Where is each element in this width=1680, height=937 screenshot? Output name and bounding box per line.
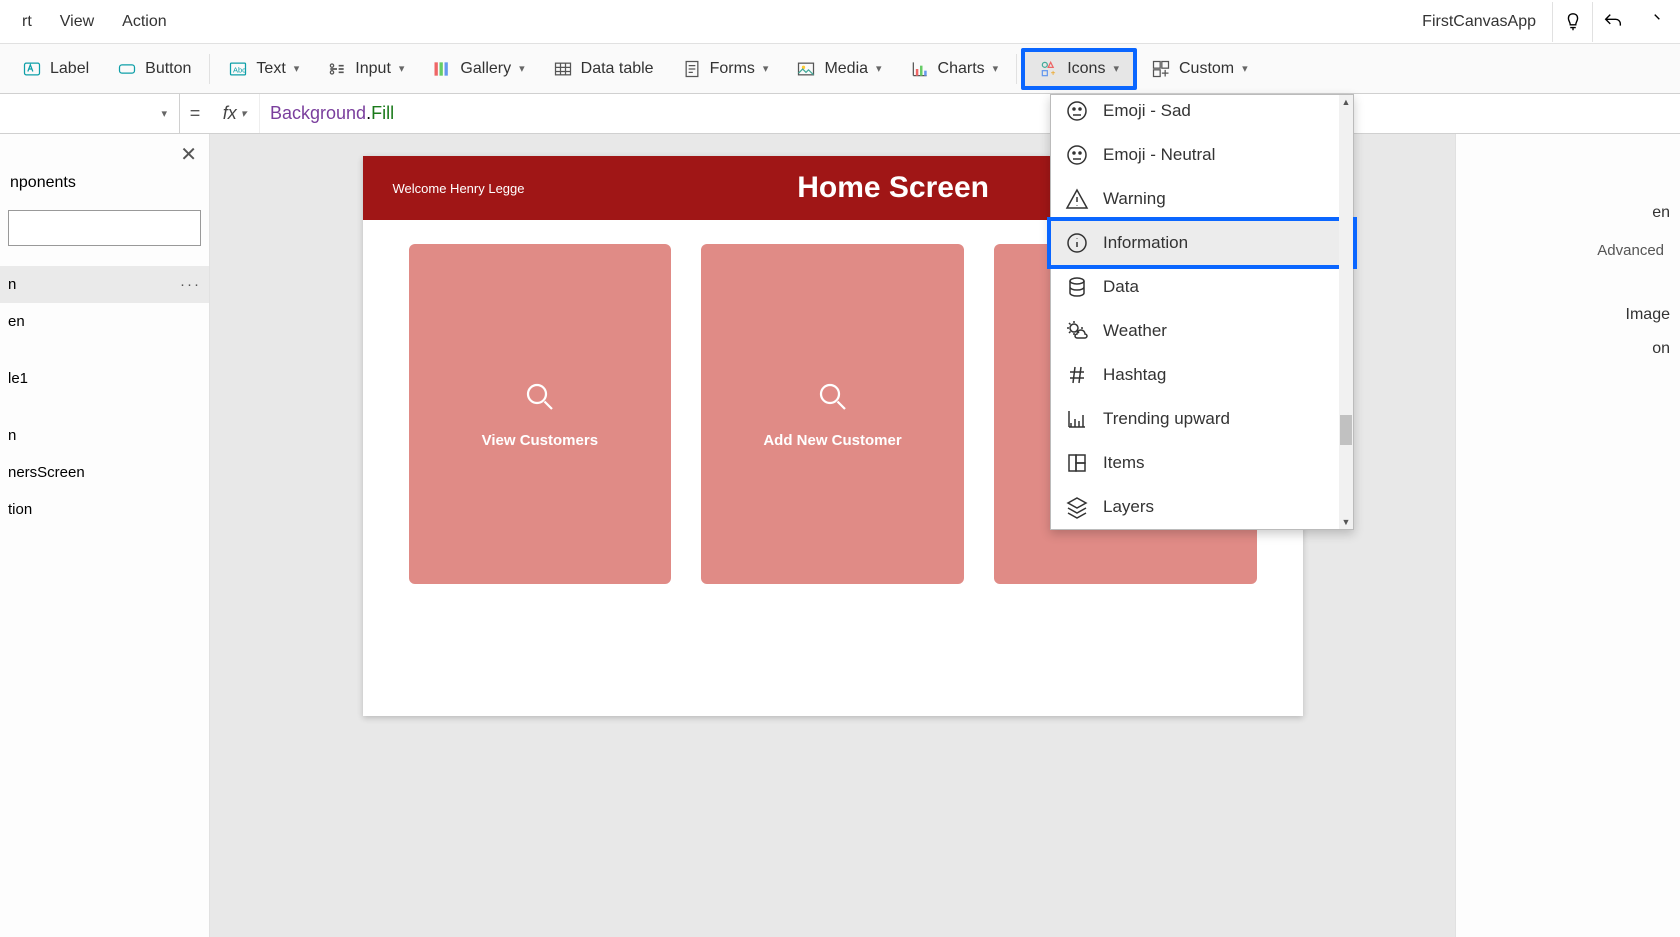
insert-ribbon: Label Button Abc Text▾ Input▾ Gallery▾ D… bbox=[0, 44, 1680, 94]
tree-node[interactable]: tion bbox=[0, 491, 209, 528]
chevron-down-icon: ▾ bbox=[763, 62, 769, 75]
dropdown-scrollbar[interactable]: ▲ ▼ bbox=[1339, 95, 1353, 529]
dropdown-item-items[interactable]: Items bbox=[1051, 441, 1353, 485]
info-icon bbox=[1065, 231, 1089, 255]
tree-view: n···en le1 nnersScreention bbox=[0, 266, 209, 528]
dropdown-item-label: Weather bbox=[1103, 321, 1167, 341]
redo-icon[interactable] bbox=[1632, 2, 1672, 42]
menu-view[interactable]: View bbox=[46, 13, 108, 31]
equals-sign: = bbox=[180, 103, 210, 124]
chevron-down-icon: ▾ bbox=[399, 62, 405, 75]
svg-text:Abc: Abc bbox=[233, 65, 246, 74]
ribbon-datatable[interactable]: Data table bbox=[539, 44, 668, 93]
tree-node[interactable] bbox=[0, 340, 209, 360]
dropdown-item-emoji[interactable]: Emoji - Neutral bbox=[1051, 133, 1353, 177]
screen-title: Home Screen bbox=[797, 171, 989, 205]
ribbon-button[interactable]: Button bbox=[103, 44, 205, 93]
advanced-tab[interactable]: Advanced bbox=[1597, 242, 1664, 259]
dropdown-item-info[interactable]: Information bbox=[1051, 221, 1353, 265]
dropdown-item-label: Layers bbox=[1103, 497, 1154, 517]
chevron-down-icon: ▾ bbox=[876, 62, 882, 75]
chevron-down-icon: ▾ bbox=[241, 107, 247, 120]
svg-text:+: + bbox=[1051, 67, 1056, 77]
dropdown-item-label: Emoji - Sad bbox=[1103, 101, 1191, 121]
menu-action[interactable]: Action bbox=[108, 13, 180, 31]
prop-line1: en bbox=[1466, 204, 1670, 222]
ribbon-label[interactable]: Label bbox=[8, 44, 103, 93]
card-label: Add New Customer bbox=[763, 432, 901, 449]
ribbon-gallery[interactable]: Gallery▾ bbox=[418, 44, 538, 93]
dropdown-item-label: Emoji - Neutral bbox=[1103, 145, 1215, 165]
dropdown-item-trend[interactable]: Trending upward bbox=[1051, 397, 1353, 441]
warning-icon bbox=[1065, 187, 1089, 211]
chevron-down-icon: ▾ bbox=[1242, 62, 1248, 75]
dropdown-item-hash[interactable]: Hashtag bbox=[1051, 353, 1353, 397]
properties-panel: en Advanced Image on bbox=[1455, 134, 1680, 937]
close-icon[interactable]: ✕ bbox=[180, 142, 197, 167]
top-menubar: rt View Action FirstCanvasApp bbox=[0, 0, 1680, 44]
search-icon bbox=[522, 379, 558, 420]
dropdown-item-label: Trending upward bbox=[1103, 409, 1230, 429]
tree-node[interactable]: n bbox=[0, 417, 209, 454]
undo-icon[interactable] bbox=[1592, 2, 1632, 42]
card-label: View Customers bbox=[482, 432, 598, 449]
property-selector[interactable]: ▾ bbox=[0, 94, 180, 133]
dropdown-item-warning[interactable]: Warning bbox=[1051, 177, 1353, 221]
dropdown-item-data[interactable]: Data bbox=[1051, 265, 1353, 309]
chevron-down-icon: ▾ bbox=[519, 62, 525, 75]
prop-line3: on bbox=[1466, 340, 1670, 358]
prop-line2: Image bbox=[1466, 306, 1670, 324]
kebab-icon[interactable]: ··· bbox=[180, 276, 201, 293]
components-tab[interactable]: nponents bbox=[0, 134, 209, 202]
search-icon bbox=[815, 379, 851, 420]
hash-icon bbox=[1065, 363, 1089, 387]
app-checker-icon[interactable] bbox=[1552, 2, 1592, 42]
layers-icon bbox=[1065, 495, 1089, 519]
chevron-down-icon: ▾ bbox=[294, 62, 300, 75]
dropdown-item-emoji[interactable]: Emoji - Sad bbox=[1051, 95, 1353, 133]
welcome-label: Welcome Henry Legge bbox=[393, 181, 525, 196]
ribbon-text[interactable]: Abc Text▾ bbox=[214, 44, 313, 93]
weather-icon bbox=[1065, 319, 1089, 343]
dropdown-item-layers[interactable]: Layers bbox=[1051, 485, 1353, 529]
dropdown-item-label: Information bbox=[1103, 233, 1188, 253]
items-icon bbox=[1065, 451, 1089, 475]
dropdown-item-weather[interactable]: Weather bbox=[1051, 309, 1353, 353]
chevron-down-icon: ▾ bbox=[1113, 62, 1119, 75]
menu-insert[interactable]: rt bbox=[8, 13, 46, 31]
search-input[interactable] bbox=[8, 210, 201, 246]
ribbon-input[interactable]: Input▾ bbox=[313, 44, 418, 93]
chevron-down-icon: ▾ bbox=[993, 62, 999, 75]
trend-icon bbox=[1065, 407, 1089, 431]
tree-node[interactable] bbox=[0, 397, 209, 417]
ribbon-icons[interactable]: + Icons▾ bbox=[1021, 48, 1137, 90]
scroll-thumb[interactable] bbox=[1340, 415, 1352, 445]
canvas-card[interactable]: View Customers bbox=[409, 244, 672, 584]
ribbon-custom[interactable]: Custom▾ bbox=[1137, 44, 1262, 93]
dropdown-item-label: Warning bbox=[1103, 189, 1166, 209]
formula-bar: ▾ = fx▾ Background.Fill bbox=[0, 94, 1680, 134]
icons-dropdown: Emoji - Sad Emoji - Neutral Warning Informa… bbox=[1050, 94, 1354, 530]
tree-view-panel: ✕ nponents n···en le1 nnersScreention bbox=[0, 134, 210, 937]
dropdown-item-label: Items bbox=[1103, 453, 1145, 473]
scroll-down-icon[interactable]: ▼ bbox=[1339, 515, 1353, 529]
fx-button[interactable]: fx▾ bbox=[210, 94, 260, 133]
dropdown-item-label: Hashtag bbox=[1103, 365, 1166, 385]
data-icon bbox=[1065, 275, 1089, 299]
formula-input[interactable]: Background.Fill bbox=[260, 103, 1680, 124]
ribbon-media[interactable]: Media▾ bbox=[782, 44, 895, 93]
emoji-icon bbox=[1065, 143, 1089, 167]
ribbon-charts[interactable]: Charts▾ bbox=[896, 44, 1013, 93]
dropdown-item-label: Data bbox=[1103, 277, 1139, 297]
tree-node[interactable]: n··· bbox=[0, 266, 209, 303]
canvas-card[interactable]: Add New Customer bbox=[701, 244, 964, 584]
scroll-up-icon[interactable]: ▲ bbox=[1339, 95, 1353, 109]
emoji-icon bbox=[1065, 99, 1089, 123]
ribbon-forms[interactable]: Forms▾ bbox=[668, 44, 783, 93]
tree-node[interactable]: en bbox=[0, 303, 209, 340]
tree-node[interactable]: le1 bbox=[0, 360, 209, 397]
tree-node[interactable]: nersScreen bbox=[0, 454, 209, 491]
chevron-down-icon: ▾ bbox=[161, 107, 167, 120]
app-name: FirstCanvasApp bbox=[1406, 13, 1552, 31]
